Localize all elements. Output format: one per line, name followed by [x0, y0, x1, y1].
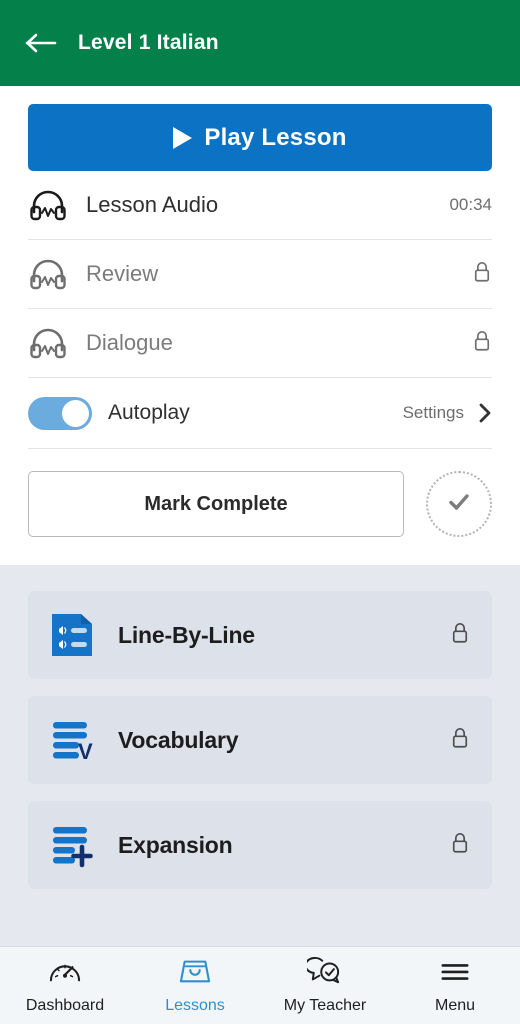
nav-label: My Teacher — [283, 997, 367, 1014]
play-lesson-label: Play Lesson — [204, 123, 347, 151]
row-review[interactable]: Review — [28, 240, 492, 309]
row-label: Dialogue — [86, 330, 173, 355]
gauge-icon — [48, 956, 82, 991]
inbox-icon — [178, 956, 212, 991]
row-right — [472, 329, 492, 358]
chat-check-icon — [304, 956, 343, 991]
autoplay-toggle[interactable] — [28, 396, 92, 430]
row-label: Lesson Audio — [86, 192, 219, 217]
nav-label: Lessons — [165, 997, 225, 1014]
autoplay-label: Autoplay — [108, 401, 190, 424]
row-lesson-audio[interactable]: Lesson Audio 00:34 — [28, 171, 492, 240]
lines-plus-icon — [50, 822, 96, 868]
audio-duration: 00:34 — [449, 195, 492, 214]
lock-icon — [450, 726, 470, 755]
chevron-right-icon[interactable] — [478, 402, 492, 424]
completion-check-circle[interactable] — [426, 471, 492, 537]
arrow-left-icon[interactable] — [24, 30, 58, 56]
play-triangle-icon — [173, 126, 193, 149]
app-header: Level 1 Italian — [0, 0, 520, 86]
lesson-panel: Play Lesson Lesson Audio 00:34 Review Di… — [0, 86, 520, 565]
svg-text:V: V — [78, 739, 93, 763]
lock-icon — [450, 621, 470, 650]
app-screen: Level 1 Italian Play Lesson Lesson Audio… — [0, 0, 520, 1024]
card-label: Expansion — [118, 831, 233, 858]
card-vocabulary[interactable]: V Vocabulary — [28, 696, 492, 784]
card-label: Line-By-Line — [118, 621, 255, 648]
lock-icon — [472, 260, 492, 289]
row-label: Review — [86, 261, 159, 286]
lines-v-icon: V — [50, 717, 96, 763]
toggle-knob — [62, 399, 89, 427]
nav-item-menu[interactable]: Menu — [390, 947, 520, 1024]
headphones-icon — [28, 326, 74, 360]
row-right — [472, 260, 492, 289]
autoplay-row: Autoplay Settings — [28, 378, 492, 449]
mark-complete-button[interactable]: Mark Complete — [28, 471, 404, 537]
headphones-icon — [28, 257, 74, 291]
document-audio-lines-icon — [50, 612, 96, 658]
row-dialogue[interactable]: Dialogue — [28, 309, 492, 378]
mark-complete-row: Mark Complete — [28, 449, 492, 565]
check-icon — [444, 487, 474, 522]
nav-label: Menu — [434, 997, 476, 1014]
nav-item-lessons[interactable]: Lessons — [130, 947, 260, 1024]
hamburger-icon — [438, 956, 472, 991]
card-label: Vocabulary — [118, 726, 239, 753]
page-title: Level 1 Italian — [78, 31, 219, 54]
card-expansion[interactable]: Expansion — [28, 801, 492, 889]
card-line-by-line[interactable]: Line-By-Line — [28, 591, 492, 679]
settings-link[interactable]: Settings — [403, 403, 464, 423]
bottom-navigation: Dashboard Lessons My Teacher Menu — [0, 946, 520, 1024]
nav-item-my-teacher[interactable]: My Teacher — [260, 947, 390, 1024]
headphones-icon — [28, 188, 74, 222]
lock-icon — [450, 831, 470, 860]
play-lesson-button[interactable]: Play Lesson — [28, 104, 492, 171]
row-right: 00:34 — [449, 195, 492, 215]
lock-icon — [472, 329, 492, 358]
activities-panel: Line-By-Line V Vocabulary Expansion — [0, 565, 520, 946]
nav-label: Dashboard — [25, 997, 105, 1014]
nav-item-dashboard[interactable]: Dashboard — [0, 947, 130, 1024]
